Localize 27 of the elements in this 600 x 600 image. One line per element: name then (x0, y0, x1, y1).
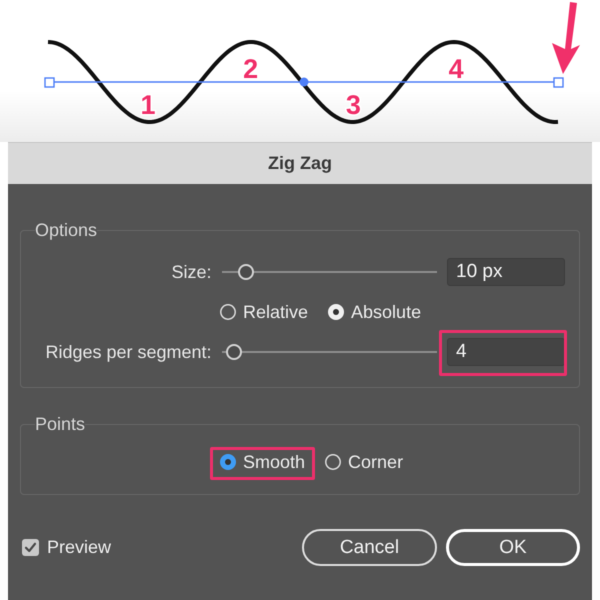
checkbox-icon[interactable] (22, 539, 39, 556)
ridge-number: 3 (346, 90, 361, 120)
slider-thumb[interactable] (226, 344, 242, 360)
value-field[interactable]: 4 (447, 338, 565, 366)
slider-thumb[interactable] (238, 264, 254, 280)
radio-option[interactable]: Absolute (328, 302, 422, 322)
field-label: Ridges per segment: (44, 342, 212, 362)
group-label: Points (35, 413, 86, 435)
radio-option[interactable]: Relative (220, 302, 308, 322)
radio-option[interactable]: Corner (325, 452, 404, 472)
ridge-number: 4 (448, 54, 464, 84)
field-label: Size: (170, 262, 212, 282)
radio-icon[interactable] (220, 454, 236, 470)
dialog-button[interactable]: Cancel (302, 529, 437, 566)
pointer-arrow (552, 2, 580, 74)
group-label: Options (35, 219, 98, 241)
radio-icon[interactable] (220, 304, 236, 320)
dialog-button[interactable]: OK (446, 529, 580, 566)
radio-icon[interactable] (325, 454, 342, 470)
preview-checkbox[interactable]: Preview (22, 537, 112, 558)
radio-option[interactable]: Smooth (220, 452, 306, 472)
value-field[interactable]: 10 px (447, 258, 565, 286)
anchor-point-icon[interactable] (300, 78, 308, 86)
ridge-number: 2 (243, 54, 258, 84)
dialog-title: Zig Zag (268, 153, 332, 174)
ridge-number: 1 (140, 90, 156, 120)
radio-icon[interactable] (328, 304, 344, 320)
